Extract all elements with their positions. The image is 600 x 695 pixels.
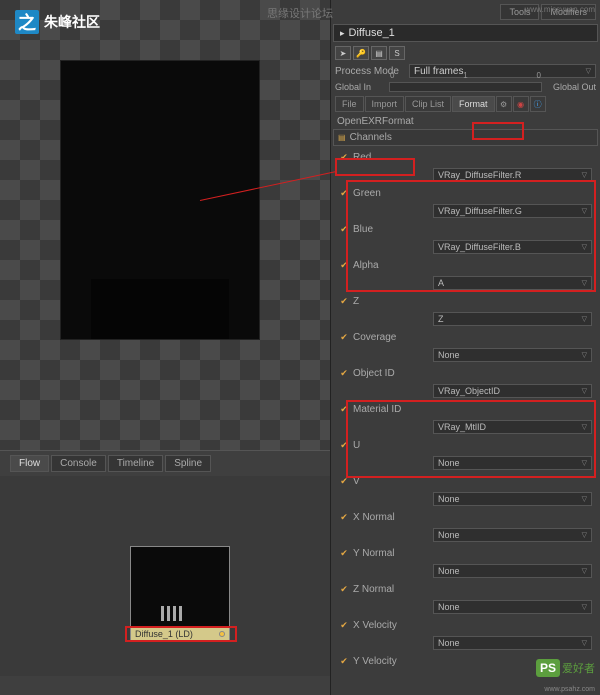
channel-coverage: ✔Coverage [335, 328, 596, 346]
check-icon[interactable]: ✔ [339, 296, 349, 306]
watermark-url: www.missyuan.com [525, 5, 595, 14]
tab-timeline[interactable]: Timeline [108, 455, 163, 472]
check-icon[interactable]: ✔ [339, 188, 349, 198]
u-field[interactable]: None▽ [433, 456, 592, 470]
render-preview [60, 60, 260, 340]
znormal-field[interactable]: None▽ [433, 600, 592, 614]
channel-blue: ✔Blue [335, 220, 596, 238]
channel-u: ✔U [335, 436, 596, 454]
watermark-top: 思缘设计论坛 [267, 5, 333, 21]
ps-url: www.psahz.com [544, 686, 595, 693]
check-icon[interactable]: ✔ [339, 260, 349, 270]
check-icon[interactable]: ✔ [339, 224, 349, 234]
channel-green: ✔Green [335, 184, 596, 202]
channel-z: ✔Z [335, 292, 596, 310]
logo-icon: 之 [15, 10, 39, 34]
format-title: OpenEXRFormat [333, 114, 598, 129]
node-thumbnail [131, 547, 229, 627]
check-icon[interactable]: ✔ [339, 512, 349, 522]
tool-key-icon[interactable]: 🔑 [353, 46, 369, 60]
dropdown-icon: ▽ [586, 67, 591, 75]
materialid-field[interactable]: VRay_MtlID▽ [433, 420, 592, 434]
objectid-field[interactable]: VRay_ObjectID▽ [433, 384, 592, 398]
check-icon[interactable]: ✔ [339, 476, 349, 486]
node-label-text: Diffuse_1 (LD) [135, 629, 193, 639]
channel-znormal: ✔Z Normal [335, 580, 596, 598]
tab-file[interactable]: File [335, 96, 364, 112]
node-graph[interactable]: Diffuse_1 (LD) [0, 476, 330, 676]
panel-header[interactable]: ▸ Diffuse_1 [333, 24, 598, 42]
tab-cliplist[interactable]: Clip List [405, 96, 451, 112]
channel-materialid: ✔Material ID [335, 400, 596, 418]
check-icon[interactable]: ✔ [339, 440, 349, 450]
tab-import[interactable]: Import [365, 96, 405, 112]
bottom-tabs: Flow Console Timeline Spline [0, 451, 330, 476]
global-in-label: Global In [335, 82, 385, 92]
logo: 之 朱峰社区 [15, 10, 100, 34]
green-field[interactable]: VRay_DiffuseFilter.G▽ [433, 204, 592, 218]
channel-red: ✔Red [335, 148, 596, 166]
z-field[interactable]: Z▽ [433, 312, 592, 326]
channel-alpha: ✔Alpha [335, 256, 596, 274]
check-icon[interactable]: ✔ [339, 548, 349, 558]
global-range-row: Global In 010 Global Out [333, 80, 598, 94]
node-label-row: Diffuse_1 (LD) [131, 627, 229, 641]
xvelocity-field[interactable]: None▽ [433, 636, 592, 650]
channel-list: ✔Red VRay_DiffuseFilter.R▽ ✔Green VRay_D… [333, 146, 598, 672]
blue-field[interactable]: VRay_DiffuseFilter.B▽ [433, 240, 592, 254]
channel-xvelocity: ✔X Velocity [335, 616, 596, 634]
tool-script-icon[interactable]: S [389, 46, 405, 60]
channel-v: ✔V [335, 472, 596, 490]
panel-title: Diffuse_1 [349, 27, 395, 39]
viewport[interactable] [0, 0, 330, 450]
coverage-field[interactable]: None▽ [433, 348, 592, 362]
expand-icon: ▸ [340, 28, 345, 39]
info-icon[interactable]: ⓘ [530, 96, 546, 112]
ps-text: 爱好者 [562, 660, 595, 676]
range-slider[interactable]: 010 [389, 82, 542, 92]
red-field[interactable]: VRay_DiffuseFilter.R▽ [433, 168, 592, 182]
check-icon[interactable]: ✔ [339, 152, 349, 162]
channel-ynormal: ✔Y Normal [335, 544, 596, 562]
node-diffuse[interactable]: Diffuse_1 (LD) [130, 546, 230, 642]
right-panel: Tools Modifiers ▸ Diffuse_1 ➤ 🔑 ▤ S Proc… [330, 0, 600, 695]
tab-format[interactable]: Format [452, 96, 495, 112]
check-icon[interactable]: ✔ [339, 656, 349, 666]
tool-list-icon[interactable]: ▤ [371, 46, 387, 60]
tool-row: ➤ 🔑 ▤ S [333, 44, 598, 62]
v-field[interactable]: None▽ [433, 492, 592, 506]
target-icon[interactable]: ◉ [513, 96, 529, 112]
bottom-panel: Flow Console Timeline Spline Diffuse_1 (… [0, 450, 330, 695]
check-icon[interactable]: ✔ [339, 332, 349, 342]
channels-title: Channels [350, 132, 392, 143]
check-icon[interactable]: ✔ [339, 584, 349, 594]
tab-console[interactable]: Console [51, 455, 106, 472]
render-lower [91, 279, 229, 339]
check-icon[interactable]: ✔ [339, 368, 349, 378]
tool-arrow-icon[interactable]: ➤ [335, 46, 351, 60]
gear-icon[interactable]: ⚙ [496, 96, 512, 112]
channel-objectid: ✔Object ID [335, 364, 596, 382]
node-output-dot[interactable] [219, 631, 225, 637]
check-icon[interactable]: ✔ [339, 404, 349, 414]
ps-watermark: PS 爱好者 [536, 659, 595, 677]
xnormal-field[interactable]: None▽ [433, 528, 592, 542]
check-icon[interactable]: ✔ [339, 620, 349, 630]
global-out-label: Global Out [546, 82, 596, 92]
tab-spline[interactable]: Spline [165, 455, 211, 472]
tab-flow[interactable]: Flow [10, 455, 49, 472]
channel-xnormal: ✔X Normal [335, 508, 596, 526]
list-icon: ▤ [338, 133, 346, 142]
ynormal-field[interactable]: None▽ [433, 564, 592, 578]
main-wrap: 之 朱峰社区 ZF3D.COM Flow Console Timeline Sp… [0, 0, 600, 695]
alpha-field[interactable]: A▽ [433, 276, 592, 290]
file-tabs: File Import Clip List Format ⚙ ◉ ⓘ [333, 94, 598, 114]
logo-text: 朱峰社区 [44, 12, 100, 32]
left-panel: 之 朱峰社区 ZF3D.COM Flow Console Timeline Sp… [0, 0, 330, 695]
channels-header[interactable]: ▤ Channels [333, 129, 598, 146]
ps-icon: PS [536, 659, 560, 677]
